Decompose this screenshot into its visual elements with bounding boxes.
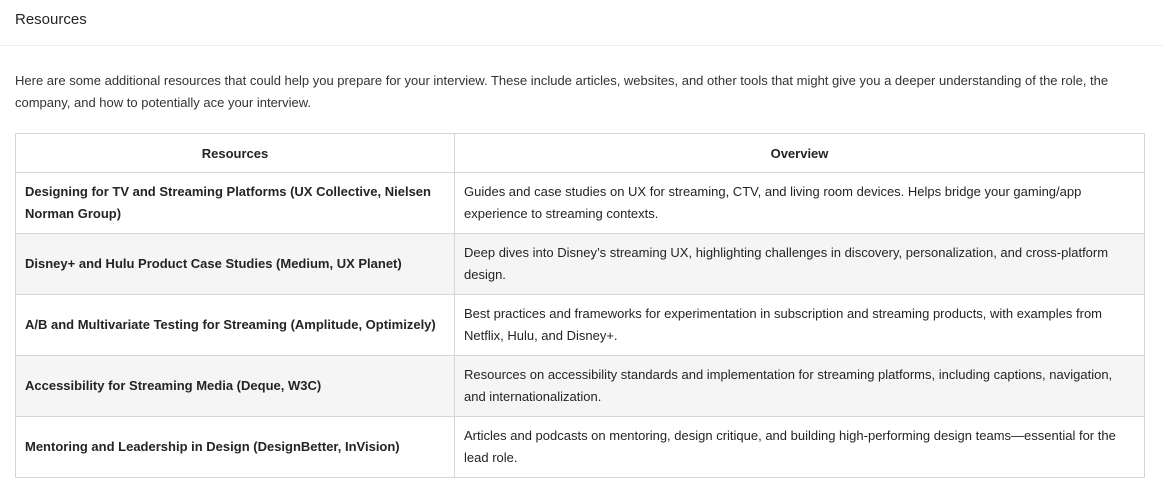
intro-paragraph: Here are some additional resources that …: [15, 73, 1109, 110]
overview-cell: Articles and podcasts on mentoring, desi…: [454, 416, 1145, 478]
table-header-row: Resources Overview: [15, 133, 1145, 173]
resource-cell: A/B and Multivariate Testing for Streami…: [15, 294, 455, 356]
table-row: Designing for TV and Streaming Platforms…: [15, 172, 1145, 234]
resource-cell: Accessibility for Streaming Media (Deque…: [15, 355, 455, 417]
table-row: Accessibility for Streaming Media (Deque…: [15, 355, 1145, 417]
column-header-resources: Resources: [15, 133, 455, 173]
resource-cell: Disney+ and Hulu Product Case Studies (M…: [15, 233, 455, 295]
column-header-overview: Overview: [454, 133, 1145, 173]
section-title: Resources: [15, 11, 87, 28]
section-header: Resources: [0, 0, 1163, 46]
resource-cell: Mentoring and Leadership in Design (Desi…: [15, 416, 455, 478]
table-row: Mentoring and Leadership in Design (Desi…: [15, 416, 1145, 478]
resource-cell: Designing for TV and Streaming Platforms…: [15, 172, 455, 234]
table-row: Disney+ and Hulu Product Case Studies (M…: [15, 233, 1145, 295]
resources-table: Resources Overview Designing for TV and …: [15, 133, 1145, 478]
table-row: A/B and Multivariate Testing for Streami…: [15, 294, 1145, 356]
overview-cell: Best practices and frameworks for experi…: [454, 294, 1145, 356]
overview-cell: Guides and case studies on UX for stream…: [454, 172, 1145, 234]
overview-cell: Resources on accessibility standards and…: [454, 355, 1145, 417]
overview-cell: Deep dives into Disney’s streaming UX, h…: [454, 233, 1145, 295]
